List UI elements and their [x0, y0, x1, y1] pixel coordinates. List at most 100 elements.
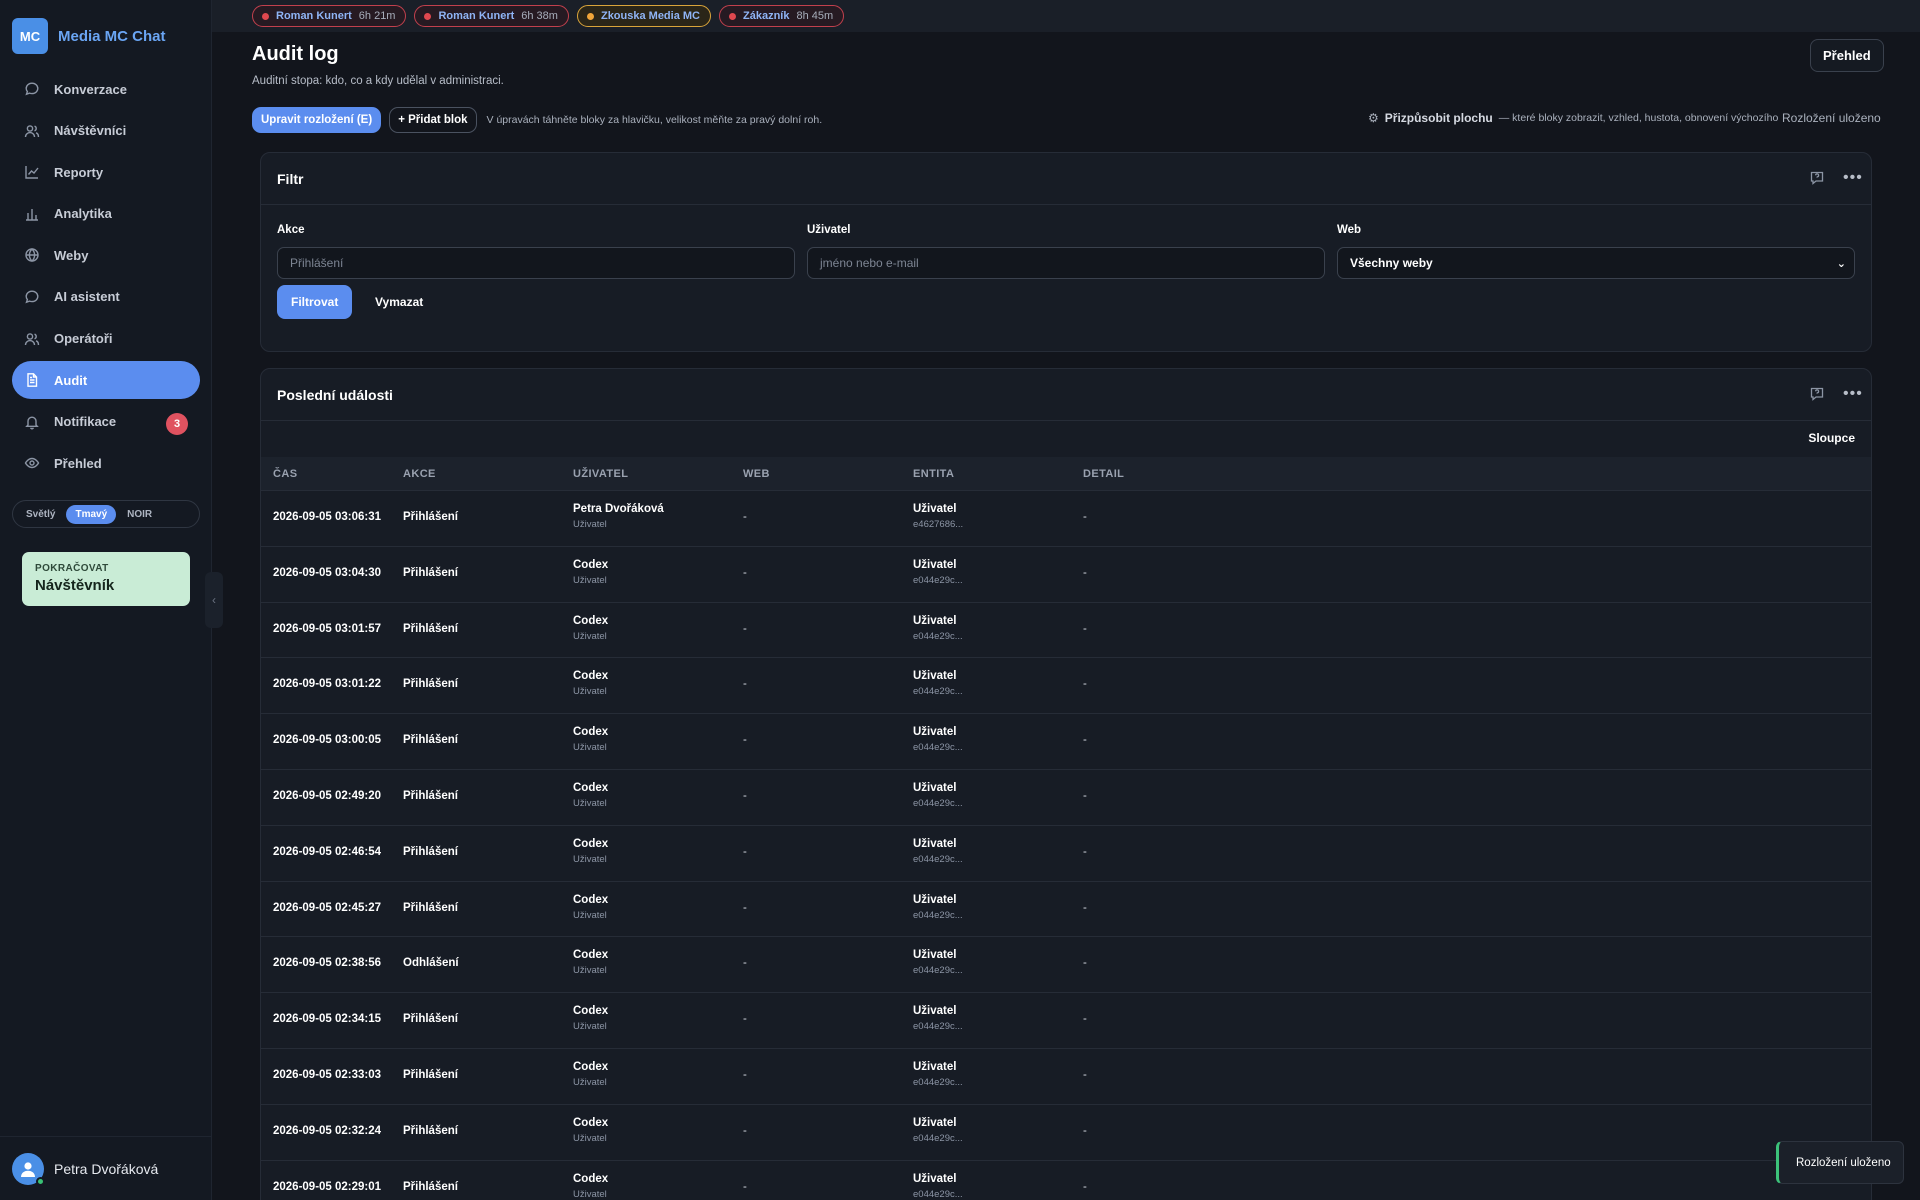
edit-layout-button[interactable]: Upravit rozložení (E)	[252, 107, 382, 133]
sidebar-item-ai-asistent[interactable]: AI asistent	[12, 278, 200, 316]
sidebar-item-notifikace[interactable]: Notifikace 3	[12, 403, 200, 441]
layout-toolbar: Upravit rozložení (E) + Přidat blok V úp…	[252, 107, 822, 133]
panel-title: Filtr	[277, 170, 304, 187]
cell-user-role: Uživatel	[573, 1188, 607, 1200]
add-block-button[interactable]: + Přidat blok	[389, 107, 477, 133]
cell-action: Přihlášení	[403, 789, 458, 802]
status-dot	[729, 12, 736, 20]
brand[interactable]: MC Media MC Chat	[12, 18, 166, 54]
cell-detail: -	[1083, 622, 1087, 635]
sidebar-item-reporty[interactable]: Reporty	[12, 153, 200, 191]
chip-time: 6h 38m	[521, 10, 558, 22]
cell-entity: Uživatel e044e29c...	[913, 1005, 963, 1032]
cell-detail: -	[1083, 1124, 1087, 1137]
help-comment-icon[interactable]	[1809, 170, 1825, 186]
customize-dashboard[interactable]: ⚙ Přizpůsobit plochu — které bloky zobra…	[1368, 111, 1778, 125]
cell-user-role: Uživatel	[573, 1021, 607, 1033]
overview-button[interactable]: Přehled	[1810, 39, 1884, 72]
table-body: 2026-09-05 03:06:31 Přihlášení Petra Dvořá…	[261, 491, 1871, 1200]
table-row[interactable]: 2026-09-05 02:33:03 Přihlášení Codex Uživat…	[261, 1049, 1871, 1105]
cell-time: 2026-09-05 02:45:27	[273, 901, 382, 914]
active-conversations-bar: Roman Kunert 6h 21m Roman Kunert 6h 38m …	[212, 0, 1920, 32]
theme-option-noir[interactable]: NOIR	[118, 505, 161, 524]
table-row[interactable]: 2026-09-05 03:01:57 Přihlášení Codex Uživat…	[261, 603, 1871, 659]
user-input[interactable]: jméno nebo e-mail	[807, 247, 1325, 279]
filter-button[interactable]: Filtrovat	[277, 285, 353, 319]
cell-user: Codex Uživatel	[573, 838, 608, 865]
continue-card[interactable]: POKRAČOVAT Návštěvník	[22, 552, 190, 606]
user-footer[interactable]: Petra Dvořáková	[0, 1136, 212, 1200]
cell-web: -	[743, 901, 747, 914]
cell-action: Přihlášení	[403, 845, 458, 858]
cell-web: -	[743, 734, 747, 747]
cell-entity-id: e044e29c...	[913, 1188, 963, 1200]
column-header-entity[interactable]: ENTITA	[913, 468, 954, 480]
more-options-icon[interactable]: •••	[1843, 169, 1867, 187]
table-row[interactable]: 2026-09-05 02:49:20 Přihlášení Codex Uživat…	[261, 770, 1871, 826]
table-header: ČAS AKCE UŽIVATEL WEB ENTITA DETAIL	[261, 457, 1871, 491]
table-row[interactable]: 2026-09-05 02:45:27 Přihlášení Codex Uživat…	[261, 882, 1871, 938]
column-header-time[interactable]: ČAS	[273, 468, 297, 480]
conversation-chip[interactable]: Zákazník 8h 45m	[719, 5, 845, 27]
sidebar-item-label: Audit	[54, 372, 88, 388]
column-header-user[interactable]: UŽIVATEL	[573, 468, 628, 480]
sidebar-item-operatori[interactable]: Operátoři	[12, 320, 200, 358]
table-row[interactable]: 2026-09-05 03:04:30 Přihlášení Codex Uživat…	[261, 547, 1871, 603]
more-options-icon[interactable]: •••	[1843, 385, 1867, 403]
conversation-chip[interactable]: Zkouska Media MC	[576, 5, 711, 27]
conversation-chip[interactable]: Roman Kunert 6h 21m	[252, 5, 407, 27]
cell-action: Přihlášení	[403, 678, 458, 691]
sidebar-item-audit[interactable]: Audit	[12, 361, 200, 400]
cell-entity-id: e4627686...	[913, 519, 964, 530]
theme-option-dark[interactable]: Tmavý	[66, 504, 117, 524]
chevron-down-icon: ⌄	[1836, 257, 1846, 270]
cell-entity-id: e044e29c...	[913, 1076, 963, 1088]
cell-user-name: Codex	[573, 1172, 609, 1185]
chip-name: Roman Kunert	[276, 10, 352, 22]
sidebar-collapse-button[interactable]: ‹	[205, 572, 223, 628]
table-row[interactable]: 2026-09-05 03:00:05 Přihlášení Codex Uživat…	[261, 714, 1871, 770]
table-row[interactable]: 2026-09-05 02:34:15 Přihlášení Codex Uživat…	[261, 993, 1871, 1049]
column-header-web[interactable]: WEB	[743, 468, 770, 480]
table-row[interactable]: 2026-09-05 02:46:54 Přihlášení Codex Uživat…	[261, 826, 1871, 882]
action-input[interactable]: Přihlášení	[277, 247, 795, 279]
clear-button[interactable]: Vymazat	[371, 285, 427, 319]
table-row[interactable]: 2026-09-05 02:32:24 Přihlášení Codex Uživat…	[261, 1105, 1871, 1161]
document-icon	[24, 372, 40, 388]
cell-entity-type: Uživatel	[913, 558, 957, 571]
bell-icon	[24, 414, 40, 430]
table-row[interactable]: 2026-09-05 02:29:01 Přihlášení Codex Uživat…	[261, 1161, 1871, 1200]
table-row[interactable]: 2026-09-05 03:01:22 Přihlášení Codex Uživat…	[261, 658, 1871, 715]
sidebar-item-navstevnici[interactable]: Návštěvníci	[12, 112, 200, 150]
column-header-action[interactable]: AKCE	[403, 468, 436, 480]
table-row[interactable]: 2026-09-05 02:38:56 Odhlášení Codex Uživate…	[261, 937, 1871, 994]
chat-icon	[24, 289, 40, 305]
table-row[interactable]: 2026-09-05 03:06:31 Přihlášení Petra Dvořá…	[261, 491, 1871, 547]
conversation-chip[interactable]: Roman Kunert 6h 38m	[414, 5, 569, 27]
column-header-detail[interactable]: DETAIL	[1083, 468, 1124, 480]
theme-option-light[interactable]: Světlý	[17, 505, 64, 524]
sidebar-item-prehled[interactable]: Přehled	[12, 444, 200, 482]
chip-time: 8h 45m	[796, 10, 834, 22]
cell-detail: -	[1083, 734, 1087, 747]
cell-time: 2026-09-05 03:01:57	[273, 622, 382, 635]
sidebar-item-weby[interactable]: Weby	[12, 236, 200, 274]
panel-header[interactable]: Filtr •••	[261, 153, 1871, 205]
sidebar-item-label: Weby	[54, 247, 89, 263]
web-select[interactable]: Všechny weby ⌄	[1337, 247, 1855, 279]
cell-web: -	[743, 845, 747, 858]
cell-entity-type: Uživatel	[913, 949, 957, 962]
customize-description: — které bloky zobrazit, vzhled, hustota,…	[1498, 112, 1779, 124]
cell-entity-id: e044e29c...	[913, 742, 963, 754]
gear-icon: ⚙	[1368, 111, 1379, 125]
help-comment-icon[interactable]	[1809, 386, 1825, 402]
cell-action: Přihlášení	[403, 734, 458, 747]
cell-user-role: Uživatel	[573, 909, 607, 921]
columns-button[interactable]: Sloupce	[1808, 431, 1855, 445]
sidebar-item-konverzace[interactable]: Konverzace	[12, 70, 200, 108]
cell-user-name: Codex	[573, 1116, 609, 1129]
cell-action: Přihlášení	[403, 1013, 458, 1026]
sidebar-item-analytika[interactable]: Analytika	[12, 195, 200, 233]
panel-header[interactable]: Poslední události •••	[261, 369, 1871, 421]
cell-entity-id: e044e29c...	[913, 853, 963, 865]
